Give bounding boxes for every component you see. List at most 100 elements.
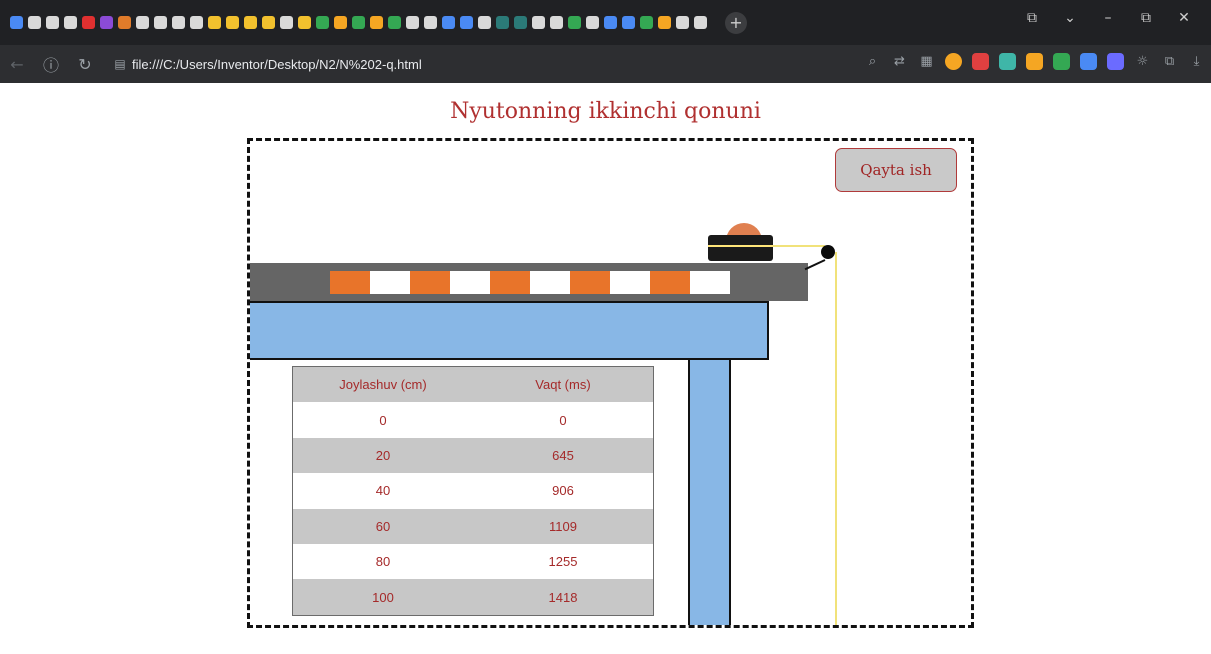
tab-favicon-icon[interactable] [64, 16, 77, 29]
download-icon[interactable]: ⤓ [1188, 54, 1205, 69]
time-cell: 0 [559, 412, 567, 428]
zoom-icon[interactable]: ⌕ [864, 54, 881, 69]
tab-favicon-icon[interactable] [118, 16, 131, 29]
table-row: 40 906 [293, 473, 653, 508]
cart-stripe [708, 245, 773, 247]
track-segment [490, 271, 530, 294]
tab-favicon-icon[interactable] [190, 16, 203, 29]
position-cell: 0 [379, 412, 387, 428]
tab-favicon-icon[interactable] [424, 16, 437, 29]
tab-favicon-icon[interactable] [694, 16, 707, 29]
extension-icon[interactable] [1107, 53, 1124, 70]
tab-favicon-icon[interactable] [100, 16, 113, 29]
tab-favicon-icon[interactable] [316, 16, 329, 29]
tab-favicon-icon[interactable] [262, 16, 275, 29]
extensions-puzzle-icon[interactable]: ⧉ [1161, 54, 1178, 69]
tab-favicon-icon[interactable] [388, 16, 401, 29]
table-row: 0 0 [293, 402, 653, 437]
lightbulb-icon[interactable]: ☼ [1134, 54, 1151, 69]
track-segment [610, 271, 650, 294]
tab-favicon-icon[interactable] [172, 16, 185, 29]
data-table: Joylashuv (cm) Vaqt (ms) 0 0 20 645 40 9… [292, 366, 654, 616]
track-segment [450, 271, 490, 294]
extension-icon[interactable] [945, 53, 962, 70]
tab-favicon-icon[interactable] [532, 16, 545, 29]
extension-icon[interactable] [972, 53, 989, 70]
reading-icon[interactable]: ▦ [918, 54, 935, 69]
time-cell: 906 [552, 483, 574, 499]
tab-favicon-icon[interactable] [244, 16, 257, 29]
extension-icon[interactable] [1053, 53, 1070, 70]
cart[interactable] [708, 235, 773, 261]
tab-favicon-icon[interactable] [478, 16, 491, 29]
extension-icon[interactable] [1026, 53, 1043, 70]
tab-favicon-icon[interactable] [10, 16, 23, 29]
tab-favicon-icon[interactable] [496, 16, 509, 29]
restart-button[interactable]: Qayta ish [835, 148, 957, 192]
address-bar[interactable]: ▤ file:///C:/Users/Inventor/Desktop/N2/N… [108, 50, 678, 78]
position-cell: 60 [375, 518, 391, 534]
tab-favicon-icon[interactable] [604, 16, 617, 29]
time-cell: 1255 [548, 554, 578, 570]
tab-favicon-icon[interactable] [460, 16, 473, 29]
back-arrow-icon[interactable]: ← [0, 55, 34, 74]
extension-icon[interactable] [1080, 53, 1097, 70]
tab-favicon-icon[interactable] [550, 16, 563, 29]
position-cell: 100 [372, 589, 394, 605]
tab-favicon-icon[interactable] [622, 16, 635, 29]
table-row: 100 1418 [293, 579, 653, 615]
tab-favicon-icon[interactable] [280, 16, 293, 29]
tab-search-icon[interactable]: ⧉ [1013, 10, 1051, 26]
tab-favicon-icon[interactable] [298, 16, 311, 29]
window-controls: ⧉ ⌄ – ⧉ ✕ [1013, 10, 1203, 26]
translate-icon[interactable]: ⇄ [891, 54, 908, 69]
menu-down-icon[interactable]: ⌄ [1051, 10, 1089, 26]
browser-toolbar: ← ⓘ ↻ ▤ file:///C:/Users/Inventor/Deskto… [0, 45, 1211, 83]
new-tab-button[interactable]: + [725, 11, 747, 34]
table-row: 80 1255 [293, 544, 653, 579]
track-segment [330, 271, 370, 294]
tab-favicon-icon[interactable] [586, 16, 599, 29]
tab-favicon-icon[interactable] [28, 16, 41, 29]
track-segment [690, 271, 730, 294]
tab-favicon-icon[interactable] [208, 16, 221, 29]
time-cell: 1109 [549, 518, 577, 534]
track-segment [370, 271, 410, 294]
browser-tab-bar: + ⧉ ⌄ – ⧉ ✕ [0, 0, 1211, 45]
tab-favicon-icon[interactable] [658, 16, 671, 29]
close-button[interactable]: ✕ [1165, 10, 1203, 26]
tab-favicon-icon[interactable] [514, 16, 527, 29]
position-cell: 20 [375, 447, 391, 463]
track-segment [530, 271, 570, 294]
extension-icon[interactable] [999, 53, 1016, 70]
tab-favicon-icon[interactable] [640, 16, 653, 29]
tab-favicon-icon[interactable] [154, 16, 167, 29]
simulation-area: Qayta ish Joylashuv (cm) Vaqt (ms) 0 0 2… [247, 138, 974, 628]
restore-button[interactable]: ⧉ [1127, 10, 1165, 26]
tab-favicon-icon[interactable] [46, 16, 59, 29]
tab-favicon-icon[interactable] [370, 16, 383, 29]
pulley [821, 245, 835, 259]
tab-strip[interactable] [0, 16, 709, 29]
time-cell: 1418 [548, 589, 578, 605]
position-cell: 40 [375, 483, 391, 499]
reload-icon[interactable]: ↻ [68, 55, 102, 74]
tab-favicon-icon[interactable] [568, 16, 581, 29]
tab-favicon-icon[interactable] [136, 16, 149, 29]
minimize-button[interactable]: – [1089, 10, 1127, 26]
position-cell: 80 [375, 554, 391, 570]
info-icon[interactable]: ⓘ [34, 52, 68, 76]
url-text[interactable]: file:///C:/Users/Inventor/Desktop/N2/N%2… [132, 57, 422, 72]
time-cell: 645 [552, 447, 574, 463]
tab-favicon-icon[interactable] [226, 16, 239, 29]
string-vertical [835, 252, 837, 625]
tab-favicon-icon[interactable] [442, 16, 455, 29]
tab-favicon-icon[interactable] [82, 16, 95, 29]
track-segment [570, 271, 610, 294]
extensions-area: ⌕ ⇄ ▦ ☼ ⧉ ⤓ [864, 53, 1205, 70]
tab-favicon-icon[interactable] [352, 16, 365, 29]
tab-favicon-icon[interactable] [334, 16, 347, 29]
tab-favicon-icon[interactable] [406, 16, 419, 29]
column-header: Joylashuv (cm) [339, 377, 427, 393]
tab-favicon-icon[interactable] [676, 16, 689, 29]
